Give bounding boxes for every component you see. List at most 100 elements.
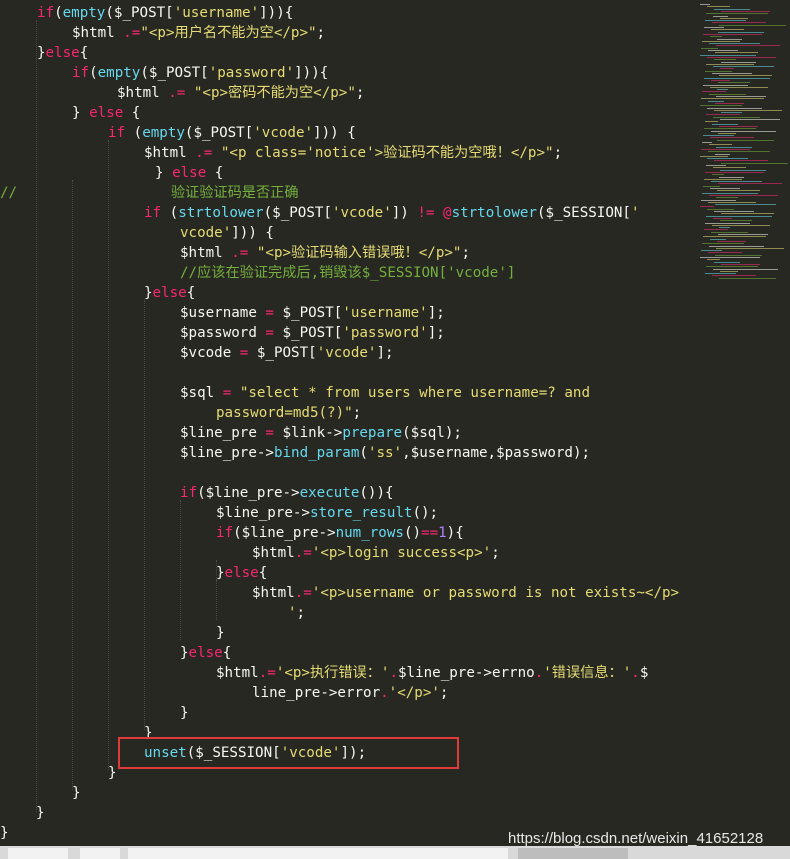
minimap-line [705, 222, 750, 224]
minimap-line [714, 59, 736, 61]
minimap-line [711, 130, 776, 132]
code-line: $html .= "<p>验证码输入错误哦！</p>"; [180, 243, 470, 263]
minimap-line [707, 158, 748, 160]
minimap-line [707, 107, 762, 109]
code-token: $sql [180, 385, 223, 401]
minimap-line [719, 277, 776, 279]
minimap-line [720, 17, 748, 19]
minimap-line [704, 178, 742, 180]
code-token: '</p>' [388, 685, 440, 701]
code-token: 'username' [173, 5, 260, 21]
code-token: { [186, 285, 196, 301]
taskbar-tab[interactable] [80, 848, 120, 859]
minimap-line [710, 86, 768, 88]
code-token: if [72, 65, 90, 81]
minimap-line [703, 135, 734, 137]
minimap-line [706, 13, 768, 15]
code-token: empty [97, 65, 141, 81]
code-token: line_pre->error [252, 685, 381, 701]
code-token: $_POST[ [273, 305, 343, 321]
code-line: }else{ [180, 643, 231, 663]
code-token: } [155, 165, 173, 181]
minimap-line [719, 24, 786, 26]
code-token: . [389, 665, 399, 681]
minimap-line [700, 4, 710, 5]
minimap-line [710, 238, 726, 240]
code-token: ; [355, 85, 365, 101]
code-token: .= [231, 245, 257, 261]
code-token: ; [553, 145, 563, 161]
minimap-line [720, 68, 734, 70]
minimap-line [703, 185, 720, 187]
code-token: 1 [438, 525, 447, 541]
minimap-line [701, 250, 722, 252]
minimap[interactable] [698, 0, 790, 300]
code-token: else [224, 565, 259, 581]
minimap-line [703, 84, 748, 86]
code-token: ($_POST[ [263, 205, 332, 221]
minimap-line [709, 245, 764, 247]
code-line: $vcode = $_POST['vcode']; [180, 343, 394, 363]
code-token: "<p>验证码输入错误哦！</p>" [256, 245, 462, 261]
minimap-line [700, 155, 728, 157]
code-token: strtolower [451, 205, 537, 221]
code-line: $html .="<p>用户名不能为空</p>"; [72, 23, 325, 43]
minimap-line [704, 128, 756, 130]
code-token: 'vcode' [253, 125, 314, 141]
code-token: $html [144, 145, 196, 161]
indent-guide [108, 140, 109, 770]
code-token: == [421, 525, 439, 541]
code-token: $_POST[ [248, 345, 317, 361]
minimap-line [715, 102, 744, 104]
minimap-line [719, 125, 758, 127]
code-token: { [258, 565, 268, 581]
minimap-line [713, 116, 760, 118]
minimap-line [718, 82, 750, 84]
minimap-line [703, 236, 766, 238]
code-line: $line_pre = $link->prepare($sql); [180, 423, 462, 443]
code-line: $html .= "<p>密码不能为空</p>"; [117, 83, 364, 103]
code-token: ($_SESSION[ [536, 205, 631, 221]
minimap-line [721, 112, 742, 114]
taskbar-tab[interactable] [8, 848, 68, 859]
code-token: ' [288, 605, 297, 621]
minimap-line [707, 208, 734, 210]
minimap-line [702, 40, 740, 42]
minimap-line [701, 98, 764, 100]
minimap-line [700, 206, 714, 208]
code-token: ( [89, 65, 98, 81]
code-line: $line_pre->bind_param('ss',$username,$pa… [180, 443, 590, 463]
minimap-line [709, 93, 746, 95]
code-token: ; [296, 605, 306, 621]
minimap-line [711, 181, 762, 183]
taskbar-tab[interactable] [128, 848, 508, 859]
code-token: ]) [391, 205, 418, 221]
code-token: { [123, 105, 141, 121]
highlight-box [118, 737, 459, 769]
taskbar-tab[interactable] [518, 848, 628, 859]
minimap-line [718, 183, 782, 185]
code-token: ($_POST[ [184, 125, 254, 141]
minimap-line [712, 73, 752, 74]
minimap-line [721, 213, 774, 215]
minimap-line [715, 254, 762, 256]
indent-guide [216, 580, 217, 600]
code-token: $vcode [180, 345, 240, 361]
code-token: = [265, 425, 274, 441]
minimap-line [712, 224, 770, 226]
minimap-line [719, 176, 744, 178]
code-token: else [188, 645, 223, 661]
minimap-line [721, 10, 770, 12]
code-token: ( [161, 205, 179, 221]
minimap-line [720, 169, 766, 171]
code-line: //应该在验证完成后,销毁该$_SESSION['vcode'] [180, 263, 515, 283]
code-editor[interactable]: if(empty($_POST['username'])){$html .="<… [0, 0, 698, 845]
minimap-line [717, 139, 774, 141]
minimap-line [720, 270, 738, 272]
code-token: $html [252, 545, 295, 561]
minimap-line [716, 146, 752, 148]
minimap-line [713, 66, 774, 68]
code-token: ; [316, 25, 326, 41]
minimap-line [712, 275, 756, 277]
minimap-line [705, 121, 718, 123]
